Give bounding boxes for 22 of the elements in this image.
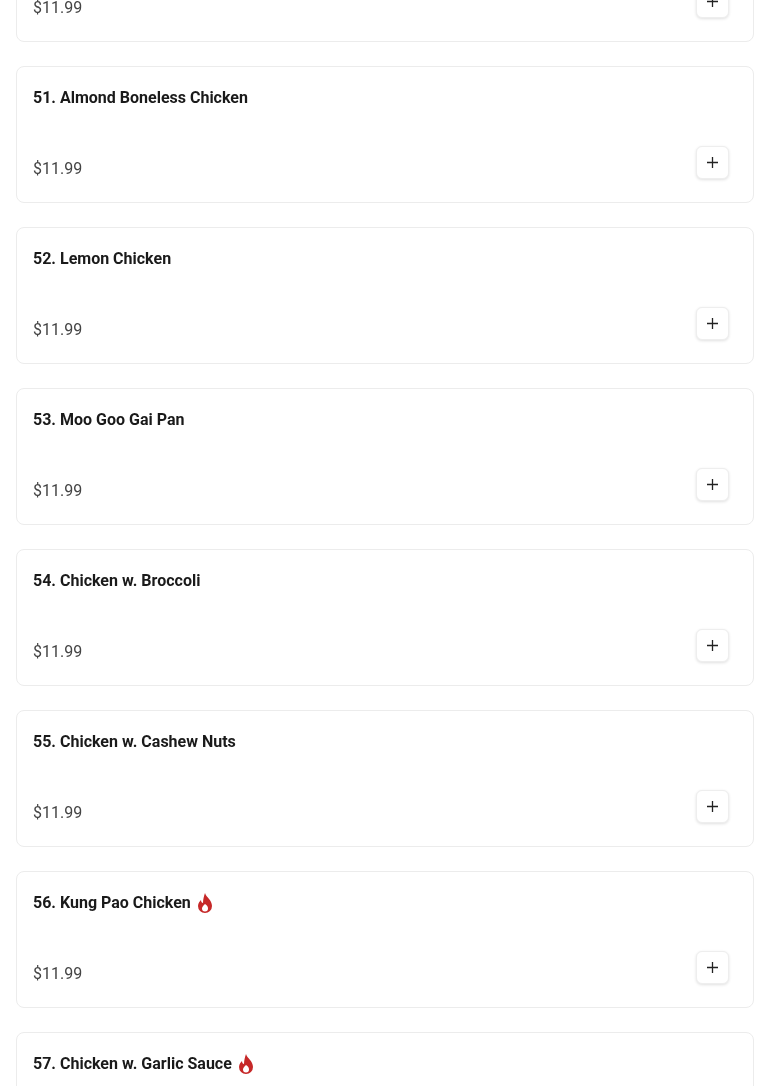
item-price: $11.99 bbox=[33, 320, 83, 340]
plus-icon bbox=[707, 801, 718, 812]
flame-icon bbox=[237, 1054, 254, 1074]
plus-icon bbox=[707, 318, 718, 329]
flame-icon bbox=[196, 893, 213, 913]
item-price: $11.99 bbox=[33, 159, 83, 179]
item-name: 52. Lemon Chicken bbox=[33, 249, 172, 269]
item-name: 56. Kung Pao Chicken bbox=[33, 893, 191, 913]
item-price: $11.99 bbox=[33, 0, 83, 18]
item-name: 53. Moo Goo Gai Pan bbox=[33, 410, 185, 430]
plus-icon bbox=[707, 962, 718, 973]
item-name: 55. Chicken w. Cashew Nuts bbox=[33, 732, 236, 752]
item-price: $11.99 bbox=[33, 481, 83, 501]
plus-icon bbox=[707, 479, 718, 490]
item-price: $11.99 bbox=[33, 803, 83, 823]
item-name: 54. Chicken w. Broccoli bbox=[33, 571, 201, 591]
item-name: 57. Chicken w. Garlic Sauce bbox=[33, 1054, 232, 1074]
plus-icon bbox=[707, 157, 718, 168]
plus-icon bbox=[707, 640, 718, 651]
item-price: $11.99 bbox=[33, 964, 83, 984]
item-name: 51. Almond Boneless Chicken bbox=[33, 88, 248, 108]
item-price: $11.99 bbox=[33, 642, 83, 662]
